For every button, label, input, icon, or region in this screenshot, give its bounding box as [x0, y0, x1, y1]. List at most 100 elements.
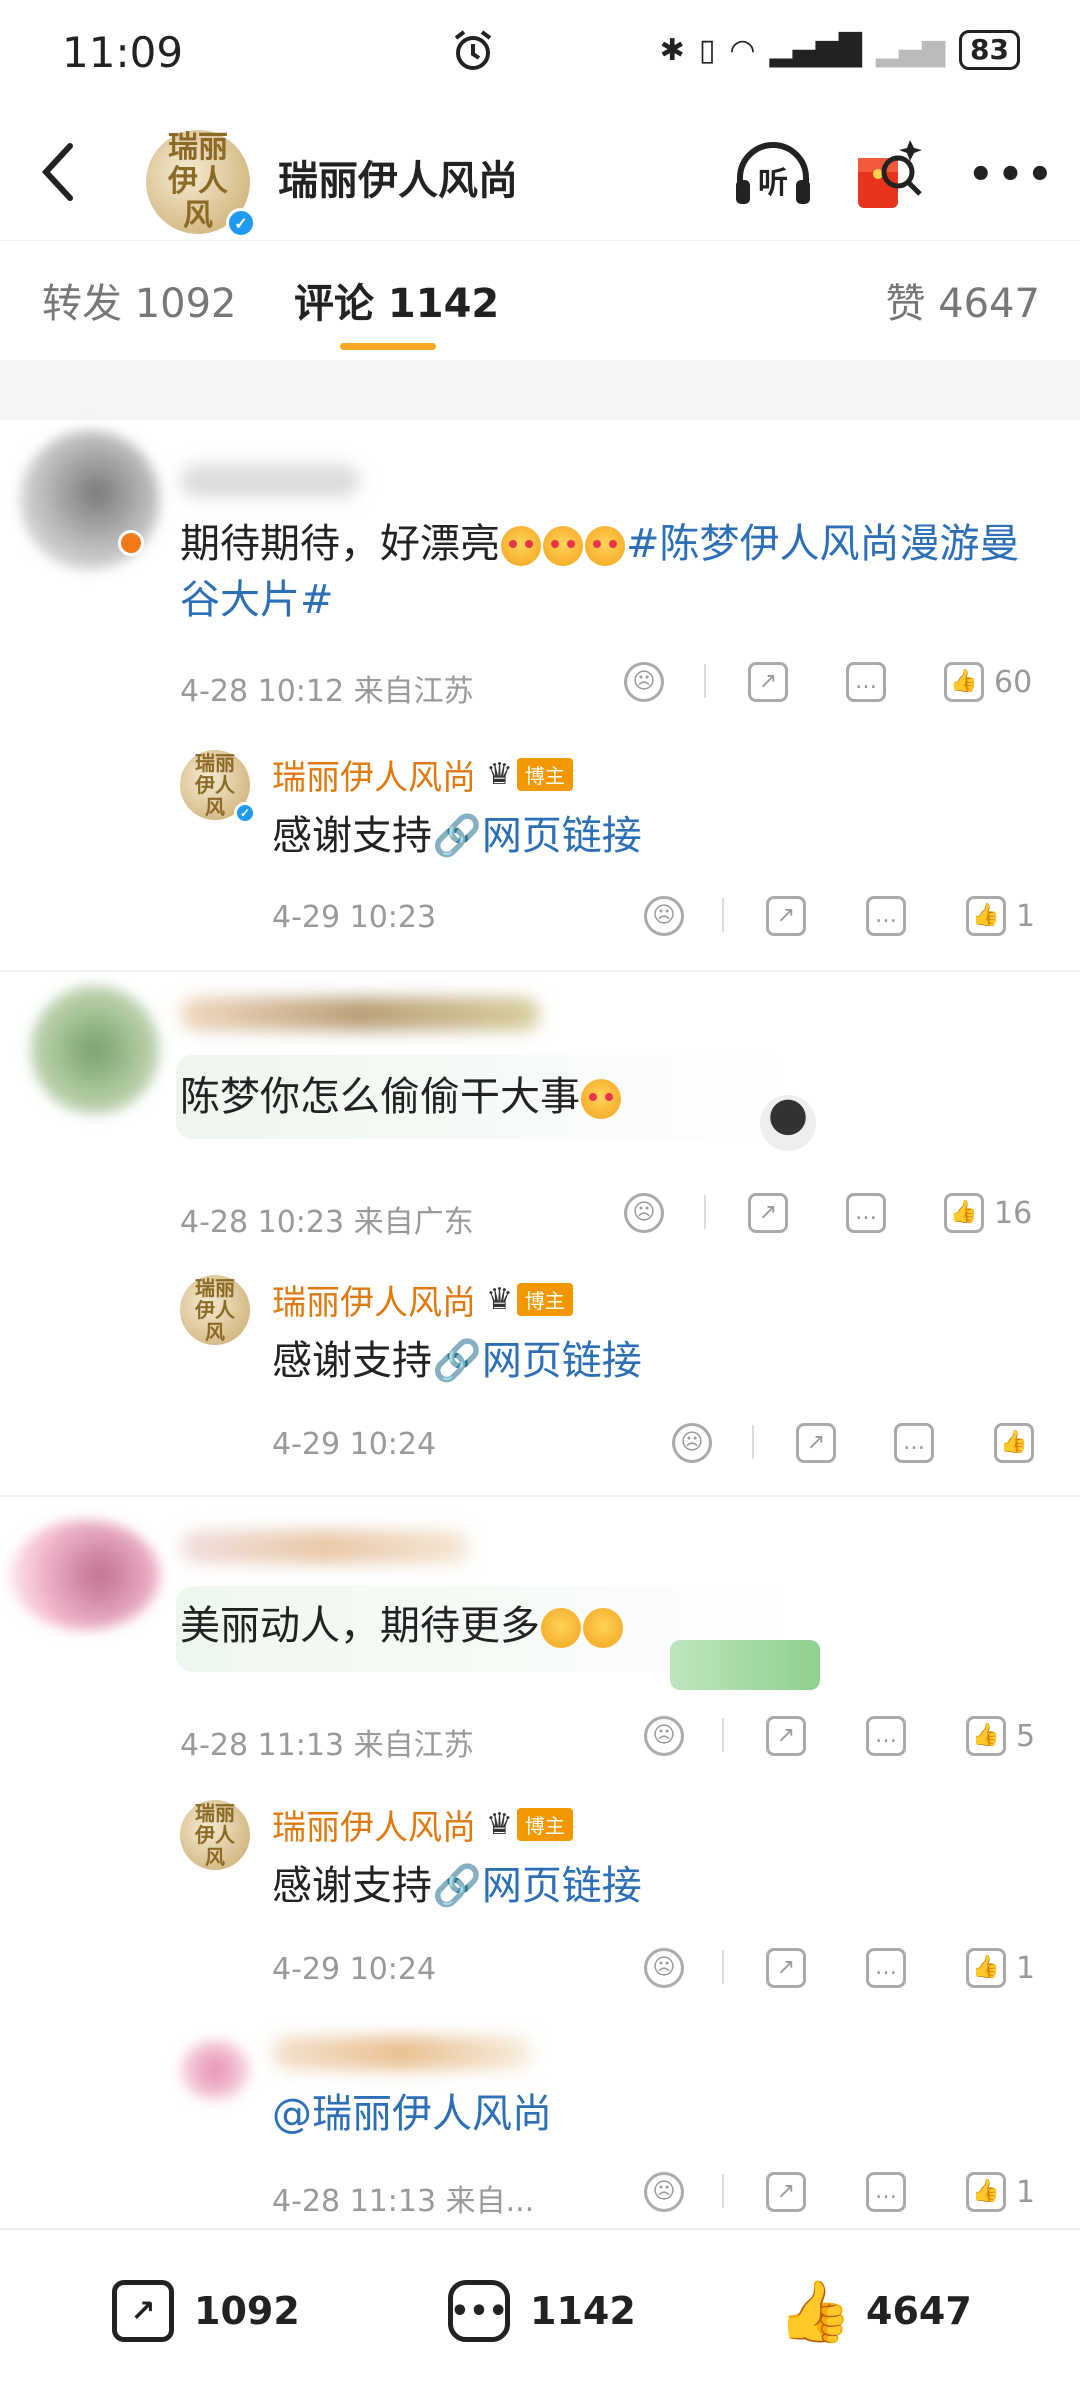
- commenter-avatar[interactable]: [10, 1520, 160, 1630]
- reply-avatar[interactable]: 瑞丽伊人风 ✓: [180, 750, 256, 824]
- like-button[interactable]: 👍 16: [944, 1193, 1032, 1233]
- subreply-meta: 4-28 11:13 来自...: [272, 2184, 535, 2219]
- active-tab-indicator: [340, 343, 436, 350]
- divider: [722, 1950, 724, 1984]
- web-link-label: 网页链接: [481, 1863, 642, 1909]
- share-button[interactable]: ↗: [766, 1716, 806, 1756]
- repost-count: 1092: [194, 2289, 300, 2333]
- reply-button[interactable]: …: [846, 1193, 886, 1233]
- frown-icon: ☹: [644, 896, 684, 936]
- thumbs-up-icon: 👍: [966, 1948, 1006, 1988]
- reply-body: 感谢支持: [272, 1863, 432, 1909]
- web-link[interactable]: 🔗网页链接: [432, 1338, 642, 1384]
- comment-icon: …: [846, 662, 886, 702]
- dislike-button[interactable]: ☹: [624, 1193, 664, 1233]
- divider: [0, 970, 1080, 972]
- tab-repost[interactable]: 转发 1092: [42, 271, 237, 329]
- like-count: 1: [1016, 1950, 1036, 1986]
- reply-like-button[interactable]: 👍 1: [966, 896, 1035, 936]
- reply-author-name: 瑞丽伊人风尚: [272, 1283, 476, 1323]
- like-count: 1: [1016, 2174, 1036, 2210]
- mention-link[interactable]: @瑞丽伊人风尚: [272, 2086, 552, 2142]
- commenter-avatar[interactable]: [30, 985, 160, 1115]
- commenter-name[interactable]: [180, 464, 360, 498]
- avatar-text: 瑞丽伊人风: [195, 1276, 235, 1344]
- reply-author[interactable]: 瑞丽伊人风尚 ♛ 博主: [272, 1800, 573, 1849]
- crown-icon: ♛: [486, 1282, 513, 1317]
- reply-text: 感谢支持🔗网页链接: [272, 808, 642, 864]
- red-packet-search-button[interactable]: [854, 136, 926, 216]
- comment-icon: …: [866, 1716, 906, 1756]
- comment-text: 陈梦你怎么偷偷干大事: [180, 1069, 622, 1125]
- share-button[interactable]: ↗: [748, 662, 788, 702]
- reply-share-button[interactable]: ↗: [796, 1423, 836, 1463]
- subreply-dislike-button[interactable]: ☹: [644, 2172, 684, 2212]
- subreply-comment-button[interactable]: …: [866, 2172, 906, 2212]
- reply-dislike-button[interactable]: ☹: [644, 896, 684, 936]
- commenter-name[interactable]: [180, 1530, 470, 1564]
- comment-item: 陈梦你怎么偷偷干大事 4-28 10:23 来自广东 ☹ ↗ … 👍 16 瑞丽伊…: [0, 975, 1080, 1495]
- divider: [752, 1425, 754, 1459]
- tab-likes[interactable]: 赞 4647: [885, 271, 1040, 329]
- reply-dislike-button[interactable]: ☹: [672, 1423, 712, 1463]
- share-icon: ↗: [748, 1193, 788, 1233]
- comment-meta: 4-28 10:23 来自广东: [180, 1205, 474, 1240]
- reply-comment-button[interactable]: …: [866, 1948, 906, 1988]
- reply-like-button[interactable]: 👍: [994, 1423, 1034, 1463]
- frown-icon: ☹: [672, 1423, 712, 1463]
- heart-eyes-emoji-icon: [581, 1079, 621, 1119]
- web-link[interactable]: 🔗网页链接: [432, 813, 642, 859]
- reply-meta: 4-29 10:24: [272, 1427, 437, 1462]
- avatar-text: 瑞丽伊人风: [195, 1801, 235, 1869]
- reply-button[interactable]: …: [846, 662, 886, 702]
- status-time: 11:09: [62, 28, 184, 77]
- web-link-label: 网页链接: [481, 813, 642, 859]
- divider: [704, 664, 706, 698]
- vibrate-icon: ▯: [698, 32, 716, 68]
- tab-bar: 转发 1092 评论 1142 赞 4647: [0, 240, 1080, 360]
- share-button[interactable]: ↗: [748, 1193, 788, 1233]
- signal2-icon: ▂▄▆: [875, 32, 946, 68]
- reply-button[interactable]: …: [866, 1716, 906, 1756]
- reply-author[interactable]: 瑞丽伊人风尚 ♛ 博主: [272, 1275, 573, 1324]
- reply-share-button[interactable]: ↗: [766, 1948, 806, 1988]
- dislike-button[interactable]: ☹: [624, 662, 664, 702]
- reply-share-button[interactable]: ↗: [766, 896, 806, 936]
- thumbs-up-icon: 👍: [966, 1716, 1006, 1756]
- red-packet-icon: [858, 140, 922, 208]
- web-link[interactable]: 🔗网页链接: [432, 1863, 642, 1909]
- tab-comments[interactable]: 评论 1142: [294, 271, 499, 329]
- comment-item: 期待期待，好漂亮 #陈梦伊人风尚漫游曼谷大片# 4-28 10:12 来自江苏 ☹…: [0, 420, 1080, 970]
- smiling-emoji-icon: [583, 1608, 623, 1648]
- reply-author[interactable]: 瑞丽伊人风尚 ♛ 博主: [272, 750, 573, 799]
- reply-like-button[interactable]: 👍 1: [966, 1948, 1035, 1988]
- back-button[interactable]: [38, 140, 78, 208]
- bottom-comment-button[interactable]: ••• 1142: [448, 2280, 636, 2342]
- divider: [704, 1195, 706, 1229]
- bottom-repost-button[interactable]: ↗ 1092: [112, 2280, 300, 2342]
- author-avatar[interactable]: 瑞丽伊人风 ✓: [146, 130, 256, 238]
- comment-icon: …: [894, 1423, 934, 1463]
- subreply-avatar[interactable]: [180, 2040, 250, 2100]
- like-button[interactable]: 👍 60: [944, 662, 1032, 702]
- like-button[interactable]: 👍 5: [966, 1716, 1035, 1756]
- reply-dislike-button[interactable]: ☹: [644, 1948, 684, 1988]
- more-button[interactable]: •••: [968, 152, 1057, 198]
- reply-comment-button[interactable]: …: [894, 1423, 934, 1463]
- dislike-button[interactable]: ☹: [644, 1716, 684, 1756]
- comment-item: 美丽动人，期待更多 4-28 11:13 来自江苏 ☹ ↗ … 👍 5 瑞丽伊人风…: [0, 1500, 1080, 2220]
- smiling-emoji-icon: [541, 1608, 581, 1648]
- subreply-like-button[interactable]: 👍 1: [966, 2172, 1035, 2212]
- heart-eyes-emoji-icon: [585, 526, 625, 566]
- reply-comment-button[interactable]: …: [866, 896, 906, 936]
- like-count: 5: [1016, 1718, 1036, 1754]
- bottom-like-button[interactable]: 👍 4647: [778, 2277, 972, 2347]
- reply-avatar[interactable]: 瑞丽伊人风: [180, 1275, 250, 1345]
- divider: [722, 2174, 724, 2208]
- subreply-name[interactable]: [272, 2036, 532, 2070]
- listen-button[interactable]: 听: [732, 140, 814, 210]
- subreply-share-button[interactable]: ↗: [766, 2172, 806, 2212]
- reply-avatar[interactable]: 瑞丽伊人风: [180, 1800, 250, 1870]
- commenter-name[interactable]: [180, 997, 540, 1031]
- heart-eyes-emoji-icon: [501, 526, 541, 566]
